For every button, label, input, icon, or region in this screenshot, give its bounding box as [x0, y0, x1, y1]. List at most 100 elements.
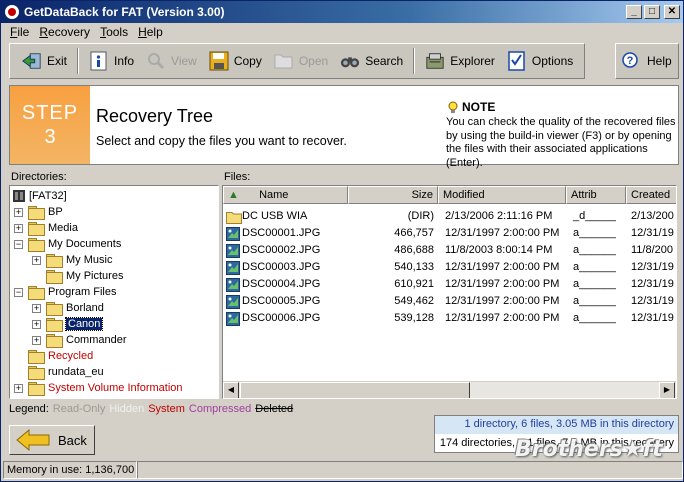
file-attrib: a______	[573, 244, 616, 256]
menu-tools[interactable]: Tools	[95, 25, 133, 39]
file-list[interactable]: ▲ Name Size Modified Attrib Created DC U…	[222, 185, 677, 399]
file-row[interactable]: DSC00001.JPG 466,757 12/31/1997 2:00:00 PM…	[223, 225, 676, 242]
tree-node[interactable]: − Program Files	[14, 284, 116, 300]
horizontal-scrollbar[interactable]: ◀ ▶	[223, 381, 676, 398]
expand-icon[interactable]: +	[32, 319, 41, 329]
menu-help[interactable]: Help	[133, 25, 168, 39]
window-title: GetDataBack for FAT (Version 3.00)	[24, 5, 225, 19]
file-modified: 12/31/1997 2:00:00 PM	[445, 312, 560, 324]
tree-node[interactable]: + System Volume Information	[14, 380, 183, 396]
directory-tree[interactable]: [FAT32] + BP + Media − My Documents + My Music My…	[9, 185, 219, 399]
explorer-button[interactable]: Explorer	[419, 47, 501, 75]
tree-node[interactable]: + Borland	[32, 300, 104, 316]
open-folder-icon	[274, 51, 294, 71]
file-row[interactable]: DSC00004.JPG 610,921 12/31/1997 2:00:00 PM…	[223, 276, 676, 293]
status-bar: Memory in use: 1,136,700	[3, 461, 683, 481]
tree-node[interactable]: [FAT32]	[12, 188, 67, 204]
column-header-modified[interactable]: Modified	[438, 186, 566, 204]
file-size: 539,128	[394, 312, 434, 324]
file-size: (DIR)	[407, 210, 434, 222]
note-heading: NOTE	[448, 100, 495, 114]
column-header-name[interactable]: ▲ Name	[223, 186, 348, 204]
view-button[interactable]: View	[140, 47, 203, 75]
image-file-icon	[226, 278, 240, 292]
binoculars-icon	[340, 51, 360, 71]
tree-node[interactable]: + BP	[14, 204, 63, 220]
back-button[interactable]: Back	[9, 425, 95, 455]
expand-icon[interactable]: +	[14, 383, 23, 393]
image-file-icon	[226, 312, 240, 326]
menu-recovery[interactable]: Recovery	[34, 25, 95, 39]
file-created: 2/13/200	[631, 210, 674, 222]
up-arrow-icon: ▲	[228, 189, 239, 201]
expand-icon[interactable]: +	[32, 335, 41, 345]
file-attrib: a______	[573, 227, 616, 239]
info-button[interactable]: Info	[83, 47, 140, 75]
file-size: 466,757	[394, 227, 434, 239]
menu-file[interactable]: File	[5, 25, 34, 39]
file-modified: 12/31/1997 2:00:00 PM	[445, 261, 560, 273]
page-title: Recovery Tree	[96, 106, 214, 126]
maximize-button[interactable]: □	[644, 5, 660, 19]
toolbar: Exit Info View Copy Open Search Explorer…	[9, 43, 585, 79]
file-name: DSC00005.JPG	[242, 295, 321, 307]
image-file-icon	[226, 227, 240, 241]
title-bar[interactable]: GetDataBack for FAT (Version 3.00) _ □ ✕	[1, 1, 683, 23]
expand-icon[interactable]: +	[14, 207, 23, 217]
folder-icon	[28, 206, 45, 220]
folder-icon	[226, 210, 242, 224]
tree-node[interactable]: rundata_eu	[14, 364, 104, 380]
file-modified: 2/13/2006 2:11:16 PM	[445, 210, 553, 222]
search-button[interactable]: Search	[334, 47, 409, 75]
column-header-created[interactable]: Created	[626, 186, 676, 204]
tree-node-label: My Pictures	[66, 270, 124, 282]
tree-node[interactable]: + Media	[14, 220, 78, 236]
tree-node-label: Media	[48, 222, 78, 234]
copy-button[interactable]: Copy	[203, 47, 268, 75]
menu-bar: File Recovery Tools Help	[1, 23, 683, 41]
close-button[interactable]: ✕	[664, 5, 680, 19]
tree-node[interactable]: + My Music	[32, 252, 112, 268]
expand-icon[interactable]: +	[14, 223, 23, 233]
scroll-left-button[interactable]: ◀	[223, 382, 239, 398]
scroll-thumb[interactable]	[240, 382, 470, 398]
collapse-icon[interactable]: −	[14, 239, 23, 249]
file-size: 540,133	[394, 261, 434, 273]
open-button[interactable]: Open	[268, 47, 334, 75]
file-created: 12/31/19	[631, 227, 674, 239]
collapse-icon[interactable]: −	[14, 287, 23, 297]
app-logo-icon	[5, 5, 19, 19]
file-row[interactable]: DSC00005.JPG 549,462 12/31/1997 2:00:00 PM…	[223, 293, 676, 310]
file-row[interactable]: DSC00003.JPG 540,133 12/31/1997 2:00:00 PM…	[223, 259, 676, 276]
folder-icon	[28, 222, 45, 236]
minimize-button[interactable]: _	[626, 5, 642, 19]
file-attrib: a______	[573, 312, 616, 324]
file-name: DSC00001.JPG	[242, 227, 321, 239]
help-button[interactable]: ? Help	[615, 43, 679, 79]
column-header-attrib[interactable]: Attrib	[566, 186, 626, 204]
tree-node[interactable]: − My Documents	[14, 236, 121, 252]
expand-icon[interactable]: +	[32, 255, 41, 265]
expand-icon[interactable]: +	[32, 303, 41, 313]
file-created: 12/31/19	[631, 295, 674, 307]
tree-node[interactable]: Recycled	[14, 348, 93, 364]
tree-node[interactable]: My Pictures	[32, 268, 123, 284]
tree-node-label: BP	[48, 206, 63, 218]
file-name: DC USB WIA	[242, 210, 308, 222]
tree-node[interactable]: + Commander	[32, 332, 127, 348]
file-attrib: a______	[573, 295, 616, 307]
tree-node[interactable]: + Canon	[32, 316, 104, 332]
file-size: 610,921	[394, 278, 434, 290]
column-header-size[interactable]: Size	[348, 186, 438, 204]
file-row[interactable]: DC USB WIA (DIR) 2/13/2006 2:11:16 PM _d___…	[223, 208, 676, 225]
tree-node-label: My Documents	[48, 238, 122, 250]
legend-system: System	[148, 403, 185, 415]
file-row[interactable]: DSC00002.JPG 486,688 11/8/2003 8:00:14 PM a…	[223, 242, 676, 259]
magnifier-icon	[146, 51, 166, 71]
scroll-right-button[interactable]: ▶	[659, 382, 675, 398]
file-name: DSC00006.JPG	[242, 312, 321, 324]
file-row[interactable]: DSC00006.JPG 539,128 12/31/1997 2:00:00 PM…	[223, 310, 676, 327]
options-button[interactable]: Options	[501, 47, 579, 75]
exit-button[interactable]: Exit	[16, 47, 73, 75]
